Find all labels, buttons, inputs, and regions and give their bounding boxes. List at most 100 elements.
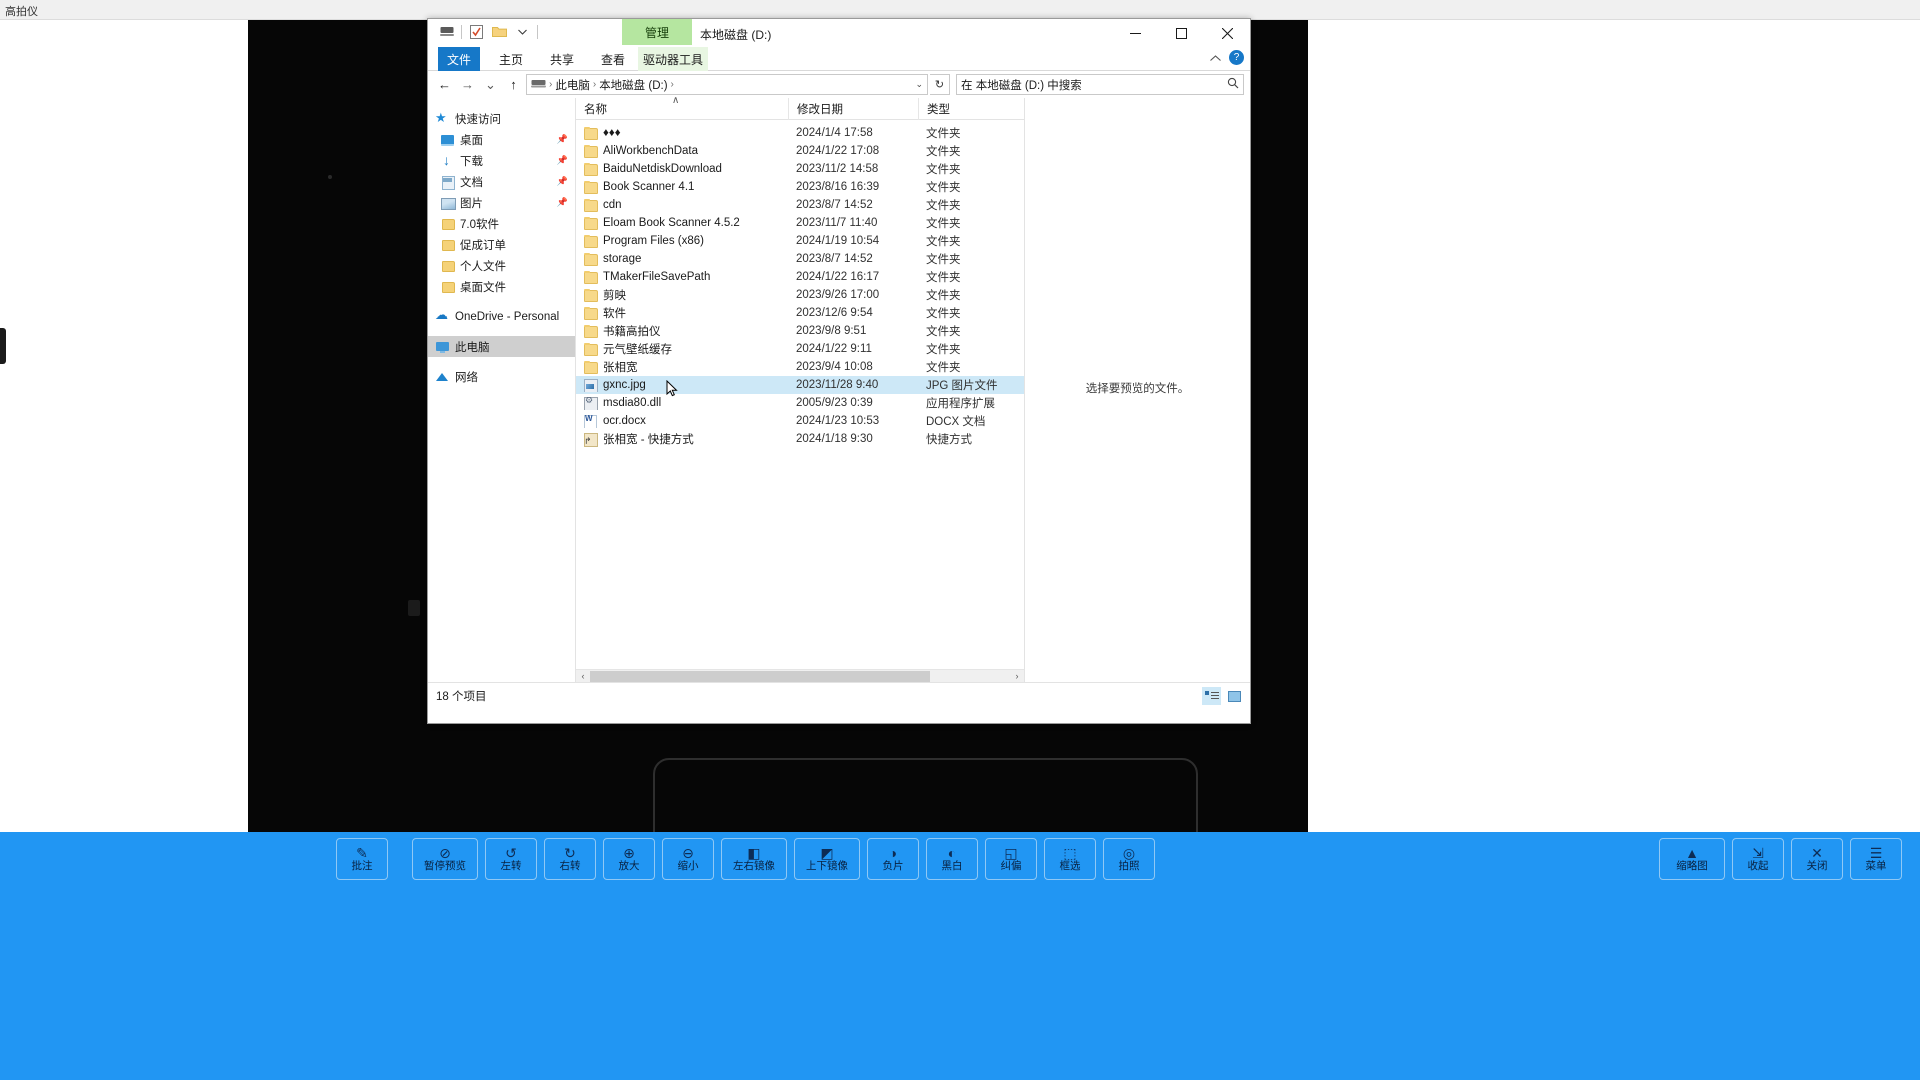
tab-share[interactable]: 共享 — [541, 47, 583, 71]
back-button[interactable]: ← — [434, 74, 455, 95]
file-name-label: 张相宽 — [603, 362, 638, 374]
sidebar-item-0[interactable]: 快速访问 — [428, 108, 575, 129]
sidebar-item-9[interactable]: OneDrive - Personal — [428, 306, 575, 327]
file-date-cell: 2023/11/7 11:40 — [796, 217, 878, 229]
pin-icon[interactable]: 📌 — [557, 134, 568, 145]
table-row[interactable]: Book Scanner 4.1 2023/8/16 16:39 文件夹 — [576, 178, 1024, 196]
toolbar-button-deskew[interactable]: ◱ 纠偏 — [985, 838, 1037, 880]
table-row[interactable]: Program Files (x86) 2024/1/19 10:54 文件夹 — [576, 232, 1024, 250]
toolbar-button-menu[interactable]: ☰ 菜单 — [1850, 838, 1902, 880]
chevron-up-icon[interactable] — [1210, 51, 1221, 65]
sidebar-item-7[interactable]: 个人文件 — [428, 255, 575, 276]
sidebar-item-3[interactable]: 文档 📌 — [428, 171, 575, 192]
search-icon[interactable] — [1227, 77, 1239, 92]
table-row[interactable]: BaiduNetdiskDownload 2023/11/2 14:58 文件夹 — [576, 160, 1024, 178]
horizontal-scrollbar[interactable]: ‹ › — [576, 669, 1024, 683]
toolbar-button-thumbnail-label: 缩略图 — [1676, 859, 1708, 872]
recent-locations-button[interactable]: ⌄ — [480, 74, 501, 95]
toolbar-button-rotate-right[interactable]: ↻ 右转 — [544, 838, 596, 880]
toolbar-button-negative[interactable]: ◑ 负片 — [867, 838, 919, 880]
lnk-icon — [584, 432, 598, 447]
side-handle[interactable] — [0, 328, 6, 364]
table-row[interactable]: 书籍高拍仪 2023/9/8 9:51 文件夹 — [576, 322, 1024, 340]
contextual-tab-header-manage[interactable]: 管理 — [622, 19, 692, 45]
pin-icon[interactable]: 📌 — [557, 197, 568, 208]
toolbar-button-zoom-out[interactable]: ⊖ 缩小 — [662, 838, 714, 880]
details-view-button[interactable] — [1202, 687, 1221, 705]
toolbar-button-black-white[interactable]: ◐ 黑白 — [926, 838, 978, 880]
table-row[interactable]: ocr.docx 2024/1/23 10:53 DOCX 文档 — [576, 412, 1024, 430]
sidebar-item-2[interactable]: 下载 📌 — [428, 150, 575, 171]
quick-access-toolbar-row: 管理 本地磁盘 (D:) — [428, 19, 1250, 47]
pin-icon[interactable]: 📌 — [557, 155, 568, 166]
maximize-button[interactable] — [1158, 19, 1204, 47]
star-icon — [435, 110, 450, 126]
toolbar-button-mirror-horizontal[interactable]: ◧ 左右镜像 — [721, 838, 787, 880]
sidebar-item-5[interactable]: 7.0软件 — [428, 213, 575, 234]
table-row[interactable]: cdn 2023/8/7 14:52 文件夹 — [576, 196, 1024, 214]
column-header-date[interactable]: 修改日期 — [788, 97, 918, 120]
close-button[interactable] — [1204, 19, 1250, 47]
table-row[interactable]: ♦♦♦ 2024/1/4 17:58 文件夹 — [576, 124, 1024, 142]
refresh-button[interactable]: ↻ — [930, 74, 950, 95]
table-row[interactable]: storage 2023/8/7 14:52 文件夹 — [576, 250, 1024, 268]
table-row[interactable]: 软件 2023/12/6 9:54 文件夹 — [576, 304, 1024, 322]
table-row[interactable]: msdia80.dll 2005/9/23 0:39 应用程序扩展 — [576, 394, 1024, 412]
file-name-label: ♦♦♦ — [603, 127, 621, 139]
sidebar-item-4[interactable]: 图片 📌 — [428, 192, 575, 213]
folder-icon — [584, 360, 598, 374]
table-row[interactable]: 剪映 2023/9/26 17:00 文件夹 — [576, 286, 1024, 304]
toolbar-button-rotate-left[interactable]: ↺ 左转 — [485, 838, 537, 880]
pin-icon[interactable]: 📌 — [557, 176, 568, 187]
search-input[interactable]: 在 本地磁盘 (D:) 中搜索 — [956, 74, 1244, 95]
breadcrumb-dropdown-icon[interactable]: ⌄ — [915, 79, 923, 90]
toolbar-button-capture[interactable]: ◎ 拍照 — [1103, 838, 1155, 880]
table-row[interactable]: 张相宽 2023/9/4 10:08 文件夹 — [576, 358, 1024, 376]
breadcrumb[interactable]: › 此电脑 › 本地磁盘 (D:) › ⌄ — [526, 74, 928, 95]
net-icon — [435, 370, 450, 384]
this-pc-icon[interactable] — [438, 23, 455, 40]
tab-home[interactable]: 主页 — [490, 47, 532, 71]
properties-icon[interactable] — [468, 23, 485, 40]
sidebar-item-8[interactable]: 桌面文件 — [428, 276, 575, 297]
toolbar-button-thumbnail[interactable]: ▲ 缩略图 — [1659, 838, 1725, 880]
toolbar-button-zoom-in[interactable]: ⊕ 放大 — [603, 838, 655, 880]
column-header-type[interactable]: 类型 — [918, 97, 1014, 120]
table-row[interactable]: 张相宽 - 快捷方式 2024/1/18 9:30 快捷方式 — [576, 430, 1024, 448]
toolbar-button-pause-preview[interactable]: ⊘ 暂停预览 — [412, 838, 478, 880]
new-folder-icon[interactable] — [491, 23, 508, 40]
breadcrumb-separator-1: › — [592, 79, 597, 90]
breadcrumb-item-local-disk-d[interactable]: 本地磁盘 (D:) — [599, 77, 667, 93]
tab-view[interactable]: 查看 — [592, 47, 634, 71]
scrollbar-thumb[interactable] — [590, 670, 930, 682]
scrollbar-track[interactable] — [590, 669, 1010, 683]
toolbar-button-close-app[interactable]: ✕ 关闭 — [1791, 838, 1843, 880]
table-row[interactable]: Eloam Book Scanner 4.5.2 2023/11/7 11:40 文… — [576, 214, 1024, 232]
forward-button[interactable]: → — [457, 74, 478, 95]
table-row[interactable]: TMakerFileSavePath 2024/1/22 16:17 文件夹 — [576, 268, 1024, 286]
customize-dropdown-icon[interactable] — [514, 23, 531, 40]
tab-drive-tools[interactable]: 驱动器工具 — [638, 47, 708, 71]
help-icon[interactable]: ? — [1229, 50, 1244, 65]
window-title: 本地磁盘 (D:) — [700, 28, 772, 42]
table-row[interactable]: AliWorkbenchData 2024/1/22 17:08 文件夹 — [576, 142, 1024, 160]
toolbar-button-collapse[interactable]: ⇲ 收起 — [1732, 838, 1784, 880]
toolbar-button-mirror-vertical[interactable]: ◩ 上下镜像 — [794, 838, 860, 880]
toolbar-button-crop-select[interactable]: ⬚ 框选 — [1044, 838, 1096, 880]
sidebar-item-1[interactable]: 桌面 📌 — [428, 129, 575, 150]
minimize-button[interactable] — [1112, 19, 1158, 47]
scroll-right-arrow[interactable]: › — [1010, 671, 1024, 681]
up-button[interactable]: ↑ — [503, 74, 524, 95]
sidebar-item-6[interactable]: 促成订单 — [428, 234, 575, 255]
tab-file[interactable]: 文件 — [438, 47, 480, 71]
sidebar-item-11[interactable]: 网络 — [428, 366, 575, 387]
large-icons-view-button[interactable] — [1224, 687, 1243, 705]
sidebar-item-10[interactable]: 此电脑 — [428, 336, 575, 357]
table-row[interactable]: 元气壁纸缓存 2024/1/22 9:11 文件夹 — [576, 340, 1024, 358]
file-explorer-window[interactable]: 管理 本地磁盘 (D:) 文件 主页 共享 查看 驱动器工具 ? ← → ⌄ ↑… — [427, 18, 1251, 724]
table-row[interactable]: gxnc.jpg 2023/11/28 9:40 JPG 图片文件 — [576, 376, 1024, 394]
toolbar-button-annotate[interactable]: ✎ 批注 — [336, 838, 388, 880]
breadcrumb-item-this-pc[interactable]: 此电脑 — [555, 77, 590, 93]
column-header-name[interactable]: 名称 ∧ — [576, 95, 788, 120]
scroll-left-arrow[interactable]: ‹ — [576, 671, 590, 681]
